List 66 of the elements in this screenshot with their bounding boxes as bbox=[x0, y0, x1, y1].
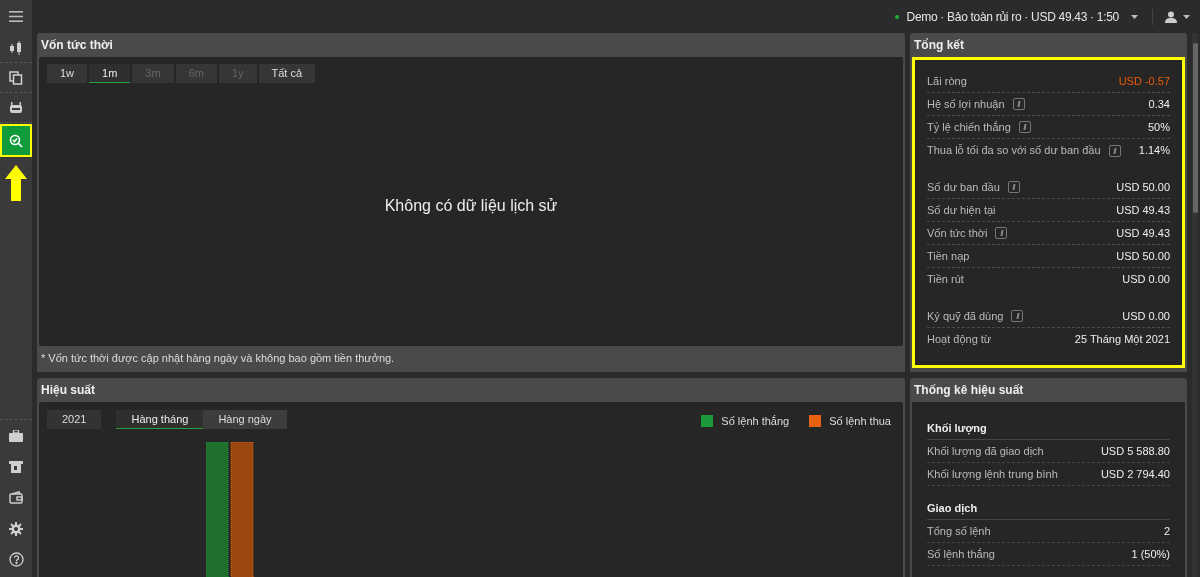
stat-label: Lãi ròng bbox=[927, 73, 967, 89]
stat-label: Tiền nạp bbox=[927, 248, 970, 264]
footnote: * Vốn tức thời được cập nhật hàng ngày và không bao gồm tiền thưởng. bbox=[40, 350, 396, 366]
info-icon[interactable] bbox=[1011, 310, 1024, 322]
wallet-icon bbox=[9, 491, 23, 504]
help-icon bbox=[8, 552, 24, 567]
user-icon[interactable] bbox=[1165, 10, 1177, 23]
stat-label: Khối lượng lệnh trung bình bbox=[927, 466, 1058, 482]
info-icon[interactable] bbox=[1018, 121, 1031, 133]
stat-label: Số dư ban đầu bbox=[927, 179, 1000, 195]
caret-icon[interactable] bbox=[1131, 14, 1138, 19]
stat-label: Thua lỗ tối đa so với số dư ban đầu bbox=[927, 143, 1101, 159]
section-heading: Khối lượng bbox=[927, 418, 1170, 440]
robot-icon bbox=[9, 101, 23, 114]
stat-label: Ký quỹ đã dùng bbox=[927, 308, 1004, 324]
panel-title: Hiệu suất bbox=[40, 382, 96, 399]
candlestick-icon bbox=[9, 40, 23, 55]
stat-label: Tiền rút bbox=[927, 272, 964, 288]
arrow-icon bbox=[5, 165, 27, 201]
legend-label: Số lệnh thua bbox=[829, 414, 891, 429]
year-selector[interactable]: 2021 bbox=[47, 409, 102, 429]
info-icon[interactable] bbox=[1007, 181, 1020, 193]
stat-label: Khối lượng đã giao dịch bbox=[927, 443, 1044, 459]
briefcase-icon bbox=[9, 429, 23, 442]
stat-label: Hệ số lợi nhuận bbox=[927, 96, 1005, 112]
stat-value: 2 bbox=[1163, 523, 1170, 539]
copy-icon bbox=[9, 70, 23, 85]
stat-value: USD 49.43 bbox=[1116, 202, 1170, 218]
panel-title: Thống kê hiệu suất bbox=[913, 382, 1025, 399]
range-tab[interactable]: Tất cả bbox=[258, 64, 316, 83]
info-icon[interactable] bbox=[1108, 144, 1121, 157]
section-heading: Giao dịch bbox=[927, 498, 1170, 520]
legend-label: Số lệnh thắng bbox=[721, 414, 790, 429]
stat-label: Tỷ lệ chiến thắng bbox=[927, 119, 1011, 135]
info-icon[interactable] bbox=[995, 227, 1008, 239]
panel-title: Tổng kết bbox=[913, 37, 965, 54]
stat-value: USD 2 794.40 bbox=[1100, 466, 1170, 482]
search-icon bbox=[8, 132, 24, 149]
atm-icon bbox=[9, 460, 23, 473]
stat-value: 1 (50%) bbox=[1131, 546, 1170, 562]
stat-label: Số lệnh thắng bbox=[927, 546, 995, 562]
settings-icon bbox=[9, 521, 23, 536]
stat-value: USD 0.00 bbox=[1122, 272, 1170, 288]
panel-title: Vốn tức thời bbox=[40, 37, 114, 54]
stat-label: Tổng số lệnh bbox=[927, 523, 991, 539]
stat-value: USD 5 588.80 bbox=[1100, 443, 1170, 459]
stat-value: USD 50.00 bbox=[1116, 179, 1170, 195]
stat-value: USD 50.00 bbox=[1116, 248, 1170, 264]
stat-value: 1.14% bbox=[1138, 143, 1170, 159]
stat-label: Hoạt động từ bbox=[927, 332, 992, 348]
range-tab[interactable]: 1w bbox=[47, 64, 88, 83]
account-label[interactable]: Demo · Bảo toàn rủi ro · USD 49.43 · 1:50 bbox=[906, 7, 1119, 26]
stat-value: 0.34 bbox=[1148, 96, 1170, 112]
period-tab[interactable]: Hàng ngày bbox=[203, 409, 287, 429]
period-tab[interactable]: Hàng tháng bbox=[116, 409, 204, 429]
stat-label: Vốn tức thời bbox=[927, 225, 988, 241]
stat-value: USD 49.43 bbox=[1116, 225, 1170, 241]
stat-value: 25 Tháng Một 2021 bbox=[1074, 332, 1170, 348]
range-tab[interactable]: 1m bbox=[89, 64, 131, 83]
stat-value: 50% bbox=[1147, 119, 1170, 135]
stat-value: USD -0.57 bbox=[1118, 73, 1170, 89]
caret-icon[interactable] bbox=[1183, 14, 1190, 19]
info-icon[interactable] bbox=[1012, 98, 1025, 110]
stat-value: USD 0.00 bbox=[1122, 308, 1170, 324]
empty-message: Không có dữ liệu lịch sử bbox=[384, 196, 558, 217]
stat-label: Số dư hiện tại bbox=[927, 202, 996, 218]
